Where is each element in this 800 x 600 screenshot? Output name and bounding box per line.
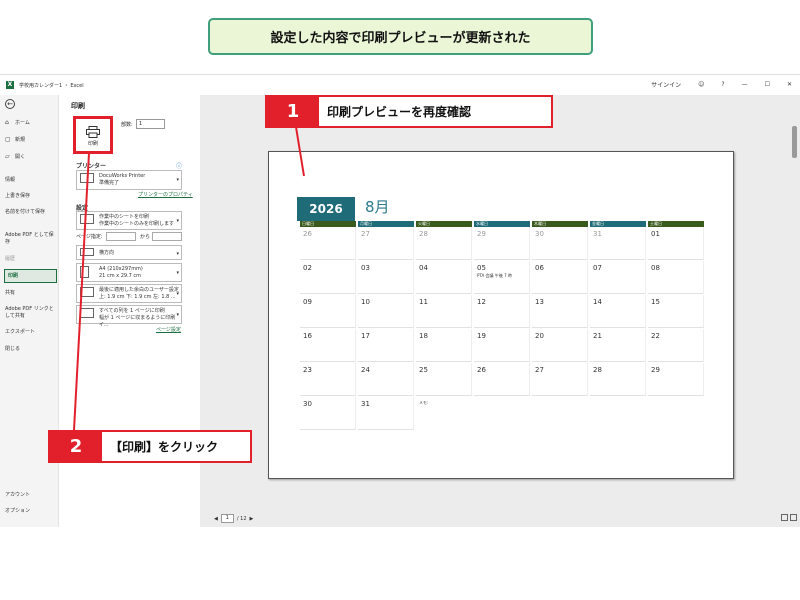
connector-step2 (73, 152, 90, 431)
callout-step2-number: 2 (50, 432, 102, 461)
callout-step1-number: 1 (267, 97, 319, 126)
callout-step2: 2 【印刷】をクリック (48, 430, 252, 463)
callout-step2-text: 【印刷】をクリック (110, 440, 219, 454)
callout-step1-text: 印刷プレビューを再度確認 (327, 105, 472, 119)
connector-step1 (295, 126, 305, 177)
callout-connectors (73, 126, 305, 431)
callout-step1: 1 印刷プレビューを再度確認 (265, 95, 553, 128)
